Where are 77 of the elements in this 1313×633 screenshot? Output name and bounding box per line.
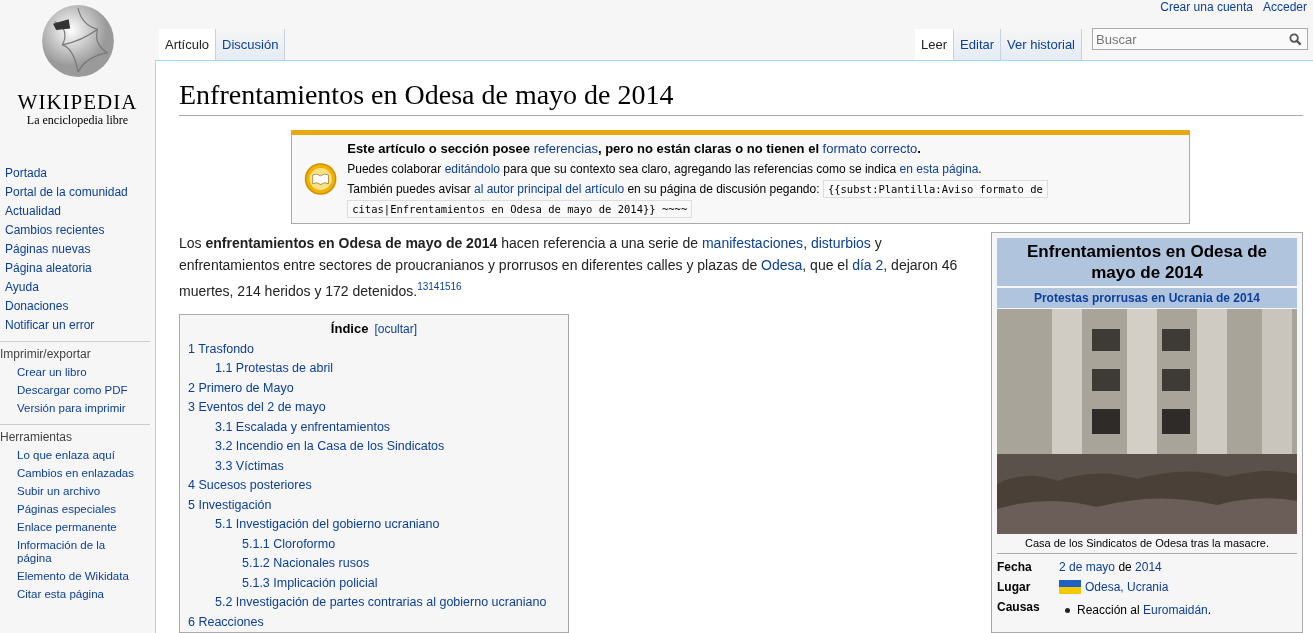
page-title: Enfrentamientos en Odesa de mayo de 2014: [179, 79, 1303, 116]
sidebar-link[interactable]: Crear un libro: [0, 364, 135, 382]
toc-link[interactable]: 3 Eventos del 2 de mayo: [188, 400, 326, 415]
bullet-icon: [1065, 608, 1070, 613]
notice-text: También puedes avisar al autor principal del artículo en su página de discusión pegando: {{subst:Plantilla:Aviso formato de citas|Enfrentamientos en Odesa de mayo de 2014}} ~~~~: [347, 179, 1177, 219]
sidebar-link[interactable]: Ayuda: [5, 278, 155, 297]
text-link[interactable]: disturbios: [810, 235, 871, 251]
field-label: Lugar: [997, 580, 1032, 594]
reference-link[interactable]: 14: [428, 281, 440, 292]
sidebar-link[interactable]: Página aleatoria: [5, 259, 155, 278]
toc-link[interactable]: 5.1.1 Cloroformo: [242, 536, 336, 551]
tab[interactable]: Leer: [915, 29, 955, 60]
notice-text: Puedes colaborar editándolo para que su contexto sea claro, agregando las referencias como se indica en esta página.: [347, 161, 983, 178]
sidebar-link[interactable]: Elemento de Wikidata: [0, 568, 135, 586]
reference-link[interactable]: 13: [417, 281, 429, 292]
text-link[interactable]: referencias: [533, 141, 598, 156]
text-link[interactable]: Odesa, Ucrania: [1085, 580, 1169, 594]
toc-link[interactable]: 5.1.3 Implicación policial: [242, 575, 378, 590]
sidebar-link[interactable]: Portada: [5, 164, 155, 183]
infobox-title: Enfrentamientos en Odesa de mayo de 2014: [997, 238, 1297, 286]
account-link[interactable]: Crear una cuenta: [1160, 0, 1253, 14]
field-value: 2 de mayo de 2014: [1059, 560, 1162, 574]
sidebar-link[interactable]: Cambios recientes: [5, 221, 155, 240]
text-link[interactable]: editándolo: [444, 162, 500, 176]
toc-link[interactable]: 2 Primero de Mayo: [188, 380, 294, 395]
toc-link[interactable]: 5 Investigación: [188, 497, 272, 512]
sidebar-link[interactable]: Información de la página: [0, 537, 135, 568]
toc-link[interactable]: 4 Sucesos posteriores: [188, 478, 312, 493]
toc-title: Índice: [330, 320, 369, 336]
tab[interactable]: Artículo: [159, 29, 217, 60]
field-value: Reacción al Euromaidán.: [1077, 603, 1212, 618]
toc-link[interactable]: 5.1 Investigación del gobierno ucraniano: [215, 517, 440, 532]
tab[interactable]: Editar: [954, 29, 1002, 60]
sidebar-link[interactable]: Citar esta página: [0, 586, 135, 604]
toc-link[interactable]: 6 Reacciones: [188, 614, 264, 629]
sidebar-link[interactable]: Subir un archivo: [0, 483, 135, 501]
reference-link[interactable]: 15: [439, 281, 451, 292]
sidebar-link[interactable]: Versión para imprimir: [0, 400, 135, 418]
sidebar-link[interactable]: Descargar como PDF: [0, 382, 135, 400]
sidebar-link[interactable]: Páginas especiales: [0, 501, 135, 519]
sidebar-heading: Imprimir/exportar: [0, 346, 92, 363]
toc-link[interactable]: 5.2 Investigación de partes contrarias al gobierno ucraniano: [215, 595, 547, 610]
tab[interactable]: Discusión: [216, 29, 286, 60]
text-link[interactable]: Euromaidán: [1143, 603, 1208, 617]
toc-link[interactable]: 1.1 Protestas de abril: [215, 361, 334, 376]
toc-link[interactable]: 5.1.2 Nacionales rusos: [242, 556, 370, 571]
tagline: La enciclopedia libre: [26, 113, 129, 128]
field-label: Fecha: [997, 560, 1033, 574]
code-snippet: {{subst:Plantilla:Aviso formato de: [822, 180, 1048, 198]
sidebar-link[interactable]: Lo que enlaza aquí: [0, 447, 135, 465]
account-link[interactable]: Acceder: [1262, 0, 1307, 14]
sidebar-link[interactable]: Notificar un error: [5, 316, 155, 335]
search-field[interactable]: Buscar: [1092, 28, 1308, 50]
image-caption: Casa de los Sindicatos de Odesa tras la masacre.: [997, 534, 1297, 554]
sidebar-heading: Herramientas: [0, 429, 74, 446]
tab[interactable]: Ver historial: [1001, 29, 1082, 60]
sidebar-link[interactable]: Donaciones: [5, 297, 155, 316]
sidebar-link[interactable]: Enlace permanente: [0, 519, 135, 537]
sidebar-link[interactable]: Cambios en enlazadas: [0, 465, 135, 483]
wordmark: WIKIPEDIA: [17, 92, 138, 113]
toc-link[interactable]: 3.1 Escalada y enfrentamientos: [215, 419, 391, 434]
field-label: Causas: [997, 600, 1041, 616]
text-link[interactable]: 2 de mayo: [1059, 560, 1116, 574]
toc-link[interactable]: 3.3 Víctimas: [215, 458, 284, 473]
toc-link[interactable]: 3.2 Incendio en la Casa de los Sindicatos: [215, 439, 445, 454]
sidebar-link[interactable]: Actualidad: [5, 202, 155, 221]
hide-link[interactable]: [ocultar]: [374, 321, 418, 336]
text-link[interactable]: al autor principal del artículo: [473, 182, 625, 196]
search-icon[interactable]: [1289, 33, 1302, 46]
code-snippet: citas|Enfrentamientos en Odesa de mayo de 2014}} ~~~~: [347, 200, 693, 218]
toc-link[interactable]: 1 Trasfondo: [188, 341, 254, 356]
infobox-subtitle[interactable]: Protestas prorrusas en Ucrania de 2014: [997, 288, 1297, 308]
text-link[interactable]: 2014: [1135, 560, 1162, 574]
reference-link[interactable]: 16: [450, 281, 462, 292]
sidebar-link[interactable]: Portal de la comunidad: [5, 183, 155, 202]
sidebar-link[interactable]: Páginas nuevas: [5, 240, 155, 259]
notice-text: Este artículo o sección posee referencias, pero no están claras o no tienen el formato correcto.: [347, 140, 922, 158]
